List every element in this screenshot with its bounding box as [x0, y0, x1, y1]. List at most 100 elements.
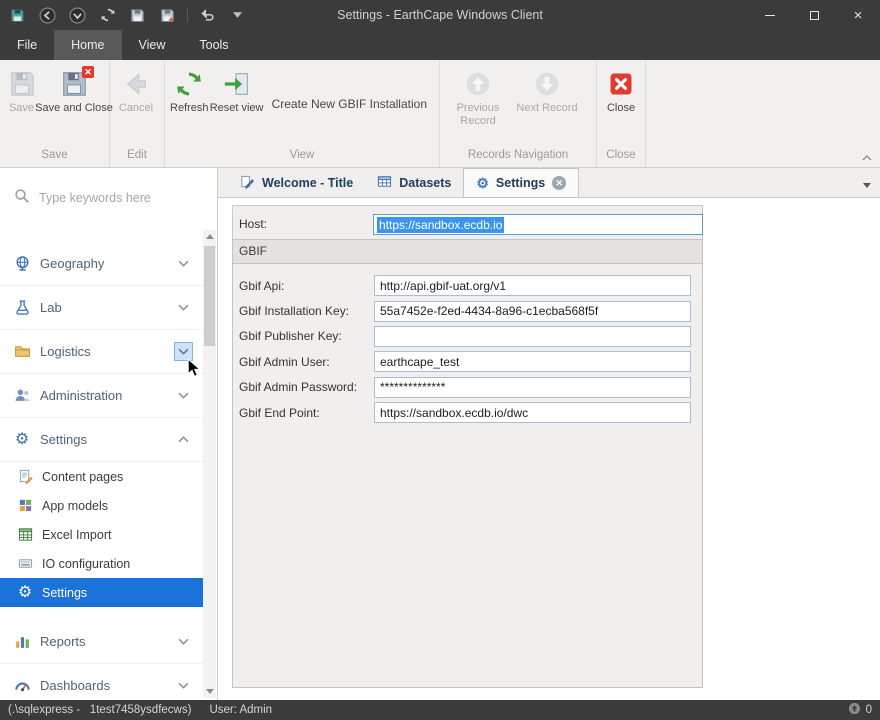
sidebar-item-content-pages[interactable]: Content pages [0, 462, 203, 491]
gbif-group-box: GBIF Gbif Api: Gbif Installation Key: Gb… [232, 239, 703, 688]
qat-dropdown-icon[interactable] [225, 3, 250, 27]
chevron-down-icon[interactable] [174, 298, 193, 317]
sidebar-item-io-configuration[interactable]: IO configuration [0, 549, 203, 578]
scroll-thumb[interactable] [204, 246, 215, 346]
refresh-button[interactable]: Refresh [167, 62, 212, 147]
save-icon [7, 66, 37, 102]
chevron-down-icon[interactable] [174, 342, 193, 361]
chevron-up-icon [862, 155, 872, 161]
maximize-button[interactable] [792, 0, 836, 30]
chevron-down-icon[interactable] [174, 386, 193, 405]
tab-settings[interactable]: ⚙ Settings ✕ [463, 168, 580, 197]
qat-save-icon[interactable] [125, 3, 150, 27]
ribbon-group-records: Previous Record Next Record Records Navi… [440, 60, 597, 167]
next-record-button[interactable]: Next Record [510, 62, 584, 147]
sidebar-item-dashboards[interactable]: Dashboards [0, 664, 203, 700]
tab-welcome-title[interactable]: Welcome - Title [228, 168, 365, 197]
tab-list-dropdown-icon[interactable] [863, 183, 871, 188]
sidebar-item-logistics[interactable]: Logistics [0, 330, 203, 374]
host-input[interactable]: https://sandbox.ecdb.io [373, 214, 703, 235]
collapse-ribbon-button[interactable] [862, 150, 872, 164]
chevron-up-icon[interactable] [174, 430, 193, 449]
qat-save-plus-icon[interactable] [155, 3, 180, 27]
status-user: User: Admin [209, 704, 273, 716]
search-input[interactable] [39, 190, 189, 205]
sidebar-item-administration[interactable]: Administration [0, 374, 203, 418]
sidebar-item-reports[interactable]: Reports [0, 620, 203, 664]
gbif-publisher-key-input[interactable] [374, 325, 691, 347]
excel-icon [17, 527, 33, 542]
ribbon-tab-bar: File Home View Tools [0, 30, 880, 60]
chevron-down-icon[interactable] [174, 676, 193, 695]
sidebar-item-settings[interactable]: ⚙ Settings [0, 578, 203, 607]
gbif-admin-password-input[interactable] [374, 376, 691, 398]
menu-tab-tools[interactable]: Tools [182, 30, 245, 60]
sidebar-item-lab[interactable]: Lab [0, 286, 203, 330]
sidebar-scrollbar[interactable] [203, 230, 216, 698]
pencil-icon [240, 174, 255, 192]
menu-tab-home[interactable]: Home [54, 30, 122, 60]
reset-view-button[interactable]: Reset view [210, 62, 263, 147]
bar-chart-icon [13, 633, 31, 650]
tab-datasets[interactable]: Datasets [365, 168, 463, 197]
close-window-button[interactable]: × [836, 0, 880, 30]
gbif-installation-key-input[interactable] [374, 300, 691, 322]
history-back-icon[interactable] [35, 3, 60, 27]
cancel-button[interactable]: Cancel [112, 62, 160, 147]
gbif-admin-user-input[interactable] [374, 351, 691, 373]
next-record-icon [532, 66, 562, 102]
navigation-sidebar: Geography Lab Logistics [0, 168, 218, 700]
undo-icon[interactable] [195, 3, 220, 27]
menu-tab-view[interactable]: View [122, 30, 183, 60]
window-controls: × [748, 0, 880, 30]
ribbon-group-view: Refresh Reset view Create New GBIF Insta… [165, 60, 440, 167]
save-close-icon: ✕ [59, 66, 94, 102]
ribbon-group-edit: Cancel Edit [110, 60, 165, 167]
previous-record-button[interactable]: Previous Record [446, 62, 510, 147]
status-sync-icon[interactable] [848, 702, 861, 718]
ribbon-group-label-close: Close [606, 149, 636, 161]
sidebar-item-app-models[interactable]: App models [0, 491, 203, 520]
cancel-icon [121, 66, 151, 102]
gbif-fields: Gbif Api: Gbif Installation Key: Gbif Pu… [233, 264, 702, 425]
qat-refresh-icon[interactable] [95, 3, 120, 27]
ribbon-group-close: Close Close [597, 60, 646, 167]
keyboard-icon [17, 556, 33, 571]
sidebar-item-geography[interactable]: Geography [0, 242, 203, 286]
gbif-end-point-input[interactable] [374, 402, 691, 424]
ribbon-group-label-records: Records Navigation [467, 149, 569, 161]
refresh-icon [174, 66, 204, 102]
sidebar-nav: Geography Lab Logistics Administration ⚙… [0, 242, 203, 700]
red-x-badge: ✕ [82, 66, 94, 78]
create-gbif-installation-button[interactable]: Create New GBIF Installation [262, 93, 437, 115]
ribbon-group-save: Save ✕ Save and Close Save [0, 60, 113, 167]
tab-close-icon[interactable]: ✕ [552, 176, 567, 190]
ribbon-group-label-edit: Edit [127, 149, 147, 161]
sidebar-item-excel-import[interactable]: Excel Import [0, 520, 203, 549]
app-save-icon[interactable] [5, 3, 30, 27]
gbif-api-row: Gbif Api: [233, 273, 702, 298]
menu-tab-file[interactable]: File [0, 30, 54, 60]
page-edit-icon [17, 469, 33, 484]
folder-icon [13, 343, 31, 360]
close-button[interactable]: Close [599, 62, 643, 147]
content-area: Welcome - Title Datasets ⚙ Settings ✕ Ho… [218, 168, 880, 700]
ribbon-group-label-view: View [289, 149, 315, 161]
document-tab-strip: Welcome - Title Datasets ⚙ Settings ✕ [218, 168, 880, 198]
minimize-icon [765, 14, 775, 16]
title-bar: Settings - EarthCape Windows Client × [0, 0, 880, 30]
sidebar-item-settings-group[interactable]: ⚙ Settings [0, 418, 203, 462]
minimize-button[interactable] [748, 0, 792, 30]
gbif-api-input[interactable] [374, 275, 691, 297]
ribbon: Save ✕ Save and Close Save Cancel Edit R… [0, 60, 880, 168]
chevron-down-icon[interactable] [174, 254, 193, 273]
save-and-close-button[interactable]: ✕ Save and Close [35, 62, 113, 147]
scroll-up-icon[interactable] [203, 230, 216, 243]
host-label: Host: [239, 217, 268, 231]
quick-access-toolbar [0, 3, 250, 27]
gear-icon: ⚙ [14, 430, 30, 448]
status-connection: (.\sqlexpress - 1test7458ysdfecws) [8, 704, 192, 716]
scroll-down-icon[interactable] [203, 685, 216, 698]
chevron-down-icon[interactable] [174, 632, 193, 651]
history-down-icon[interactable] [65, 3, 90, 27]
